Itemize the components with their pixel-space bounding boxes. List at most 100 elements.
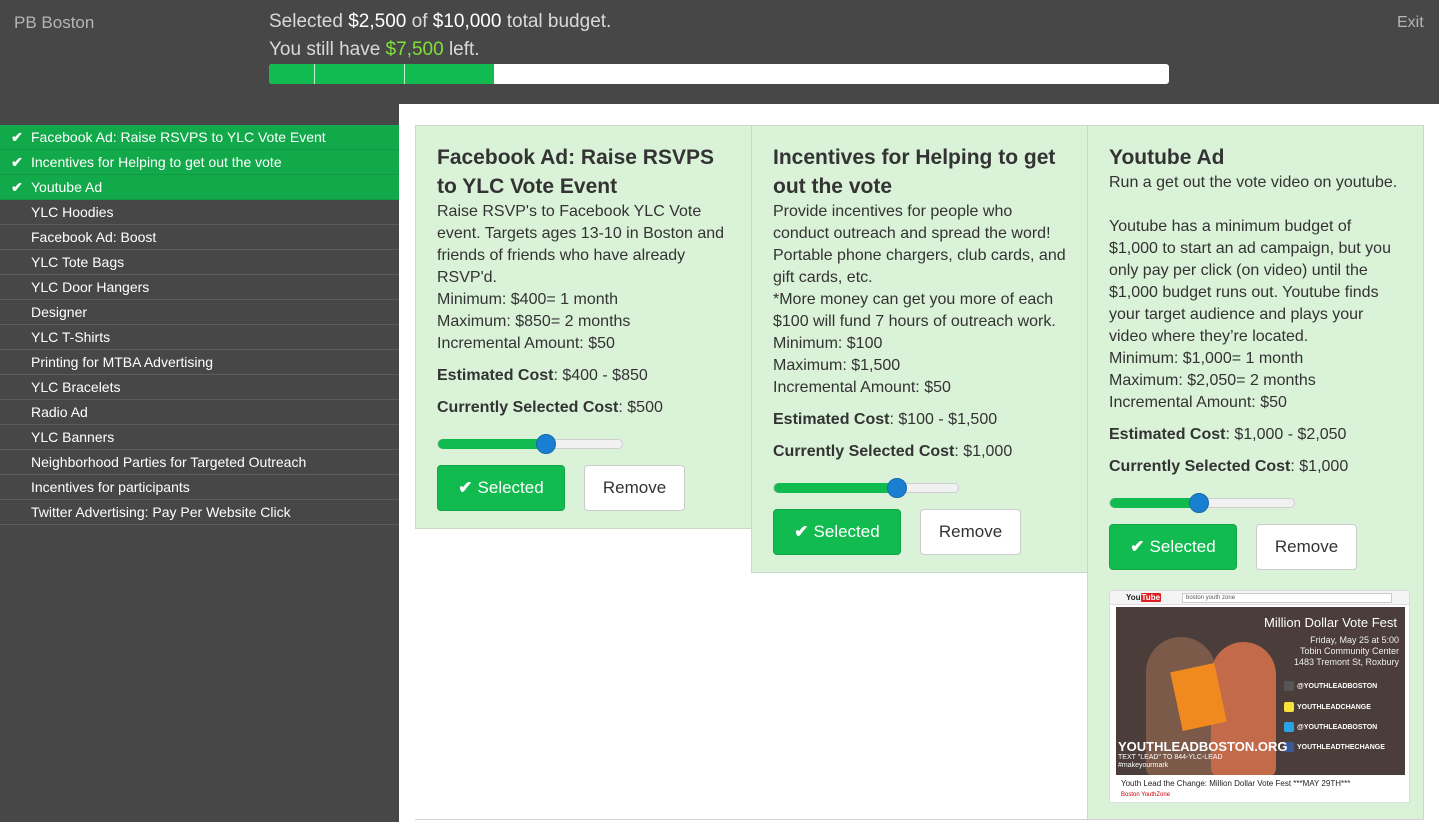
sidebar-item-label: Radio Ad bbox=[31, 404, 88, 420]
check-icon: ✔ bbox=[11, 179, 23, 195]
sidebar-item[interactable]: Twitter Advertising: Pay Per Website Cli… bbox=[0, 500, 399, 525]
sidebar-item[interactable]: Radio Ad bbox=[0, 400, 399, 425]
current-cost-label: Currently Selected Cost bbox=[437, 399, 619, 416]
current-cost: Currently Selected Cost: $1,000 bbox=[773, 443, 1013, 460]
sidebar-item[interactable]: ✔ Youtube Ad bbox=[0, 175, 399, 200]
budget-text: of bbox=[406, 11, 433, 32]
selected-button[interactable]: ✔ Selected bbox=[1109, 524, 1237, 570]
sidebar-item[interactable]: Neighborhood Parties for Targeted Outrea… bbox=[0, 450, 399, 475]
cost-slider[interactable] bbox=[773, 478, 959, 498]
sidebar-item[interactable]: YLC Banners bbox=[0, 425, 399, 450]
sidebar-item-label: YLC T-Shirts bbox=[31, 329, 111, 345]
budget-progress-bar bbox=[269, 64, 1169, 84]
cost-slider[interactable] bbox=[1109, 493, 1295, 513]
budget-text: total budget. bbox=[501, 11, 612, 32]
sidebar-item-label: Twitter Advertising: Pay Per Website Cli… bbox=[31, 504, 291, 520]
sidebar-item[interactable]: YLC T-Shirts bbox=[0, 325, 399, 350]
estimated-cost-value: $1,000 - $2,050 bbox=[1234, 426, 1347, 443]
social-handle: @YOUTHLEADBOSTON bbox=[1284, 722, 1377, 732]
youtube-video-thumbnail[interactable]: YouTube boston youth zone Million Dollar V… bbox=[1109, 590, 1410, 803]
project-title: Youtube Ad bbox=[1109, 146, 1225, 169]
remove-button[interactable]: Remove bbox=[584, 465, 685, 511]
progress-segment bbox=[314, 64, 404, 84]
current-cost: Currently Selected Cost: $500 bbox=[437, 399, 663, 416]
project-title: Facebook Ad: Raise RSVPS to YLC Vote Eve… bbox=[437, 146, 714, 198]
sidebar-item-label: Neighborhood Parties for Targeted Outrea… bbox=[31, 454, 307, 470]
current-cost-value: $500 bbox=[627, 399, 663, 416]
slider-fill bbox=[774, 483, 897, 493]
check-icon: ✔ bbox=[794, 522, 809, 541]
selected-button[interactable]: ✔ Selected bbox=[773, 509, 901, 555]
project-description: Run a get out the vote video on youtube.… bbox=[1109, 174, 1398, 411]
social-icon bbox=[1284, 722, 1294, 732]
sidebar-item[interactable]: YLC Tote Bags bbox=[0, 250, 399, 275]
project-card: Youtube Ad Run a get out the vote video … bbox=[1087, 125, 1424, 820]
selected-button[interactable]: ✔ Selected bbox=[437, 465, 565, 511]
estimated-cost-value: $400 - $850 bbox=[562, 367, 648, 384]
sidebar-item-label: Designer bbox=[31, 304, 88, 320]
sidebar-item[interactable]: Printing for MTBA Advertising bbox=[0, 350, 399, 375]
estimated-cost: Estimated Cost: $400 - $850 bbox=[437, 367, 648, 384]
budget-text: You still have bbox=[269, 39, 386, 60]
sidebar-item[interactable]: YLC Door Hangers bbox=[0, 275, 399, 300]
sidebar-item-label: YLC Bracelets bbox=[31, 379, 121, 395]
selected-button-label: Selected bbox=[477, 478, 544, 497]
progress-segment bbox=[269, 64, 314, 84]
project-description: Provide incentives for people who conduc… bbox=[773, 203, 1066, 396]
estimated-cost: Estimated Cost: $1,000 - $2,050 bbox=[1109, 426, 1347, 443]
project-card: Incentives for Helping to get out the vo… bbox=[751, 125, 1088, 573]
sidebar-item[interactable]: Facebook Ad: Boost bbox=[0, 225, 399, 250]
social-icon bbox=[1284, 702, 1294, 712]
sidebar-item[interactable]: ✔ Facebook Ad: Raise RSVPS to YLC Vote Ev… bbox=[0, 125, 399, 150]
slider-fill bbox=[438, 439, 546, 449]
exit-link[interactable]: Exit bbox=[1397, 14, 1424, 32]
sidebar-item-label: Incentives for Helping to get out the vo… bbox=[31, 154, 282, 170]
video-channel: Boston YouthZone bbox=[1121, 792, 1171, 798]
remove-button[interactable]: Remove bbox=[920, 509, 1021, 555]
youtube-toolbar: YouTube boston youth zone bbox=[1110, 591, 1409, 605]
sidebar-item[interactable]: ✔ Incentives for Helping to get out the v… bbox=[0, 150, 399, 175]
sidebar-item-label: YLC Hoodies bbox=[31, 204, 114, 220]
sidebar-item-label: Printing for MTBA Advertising bbox=[31, 354, 214, 370]
sidebar-item-label: Facebook Ad: Boost bbox=[31, 229, 157, 245]
sidebar-item-label: YLC Banners bbox=[31, 429, 115, 445]
check-icon: ✔ bbox=[1130, 537, 1145, 556]
social-handle: YOUTHLEADTHECHANGE bbox=[1284, 742, 1385, 752]
check-icon: ✔ bbox=[11, 129, 23, 145]
sidebar-item[interactable]: Incentives for participants bbox=[0, 475, 399, 500]
slider-handle[interactable] bbox=[1189, 493, 1210, 513]
estimated-cost-label: Estimated Cost bbox=[773, 411, 890, 428]
sidebar-item-label: Incentives for participants bbox=[31, 479, 190, 495]
youtube-logo-tube: Tube bbox=[1140, 593, 1162, 602]
progress-segment bbox=[404, 64, 494, 84]
project-description: Raise RSVP's to Facebook YLC Vote event.… bbox=[437, 203, 725, 352]
budget-summary: Selected $2,500 of $10,000 total budget. bbox=[269, 11, 611, 33]
check-icon: ✔ bbox=[11, 154, 23, 170]
current-cost-value: $1,000 bbox=[1299, 458, 1349, 475]
app-brand: PB Boston bbox=[14, 13, 95, 32]
video-frame: Million Dollar Vote Fest Friday, May 25 a… bbox=[1116, 607, 1405, 775]
youtube-logo: YouTube bbox=[1126, 593, 1162, 602]
slider-fill bbox=[1110, 498, 1200, 508]
budget-text: Selected bbox=[269, 11, 349, 32]
estimated-cost-label: Estimated Cost bbox=[1109, 426, 1226, 443]
sidebar-item-label: Youtube Ad bbox=[31, 179, 103, 195]
remove-button[interactable]: Remove bbox=[1256, 524, 1357, 570]
project-sidebar: ✔ Facebook Ad: Raise RSVPS to YLC Vote Ev… bbox=[0, 104, 399, 822]
sidebar-item[interactable]: Designer bbox=[0, 300, 399, 325]
slider-handle[interactable] bbox=[886, 478, 907, 498]
youtube-search-box: boston youth zone bbox=[1182, 593, 1392, 603]
current-cost-value: $1,000 bbox=[963, 443, 1013, 460]
slider-handle[interactable] bbox=[535, 434, 556, 454]
project-card: Facebook Ad: Raise RSVPS to YLC Vote Eve… bbox=[415, 125, 752, 529]
estimated-cost: Estimated Cost: $100 - $1,500 bbox=[773, 411, 998, 428]
cost-slider[interactable] bbox=[437, 434, 623, 454]
social-icon bbox=[1284, 681, 1294, 691]
budget-text: left. bbox=[443, 39, 480, 60]
current-cost-label: Currently Selected Cost bbox=[1109, 458, 1291, 475]
top-header: PB Boston Selected $2,500 of $10,000 tot… bbox=[0, 0, 1439, 104]
video-text-callout: TEXT "LEAD" TO 844-YLC-LEAD #makeyourmar… bbox=[1118, 754, 1223, 769]
card-actions: ✔ Selected Remove bbox=[437, 465, 730, 511]
sidebar-item[interactable]: YLC Bracelets bbox=[0, 375, 399, 400]
sidebar-item[interactable]: YLC Hoodies bbox=[0, 200, 399, 225]
